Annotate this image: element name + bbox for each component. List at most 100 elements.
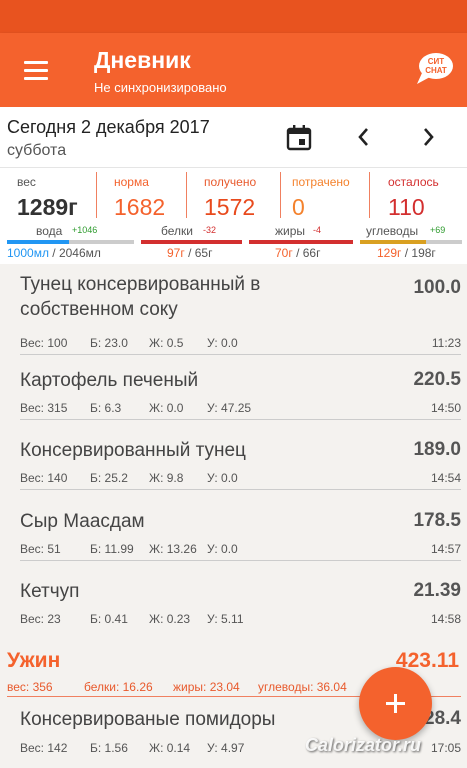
chevron-right-icon[interactable]: [416, 124, 440, 150]
meal-fat: жиры: 23.04: [173, 680, 240, 694]
stat-value: 0: [292, 194, 305, 220]
weekday: суббота: [7, 142, 67, 159]
food-weight: Вес: 100: [20, 336, 68, 350]
divider: [20, 560, 461, 561]
food-weight: Вес: 142: [20, 741, 68, 755]
stat-value: 1572: [204, 194, 256, 220]
food-fat: Ж: 0.0: [149, 401, 184, 415]
macro-carbs: углеводы +69 129г / 198г: [360, 223, 462, 263]
stat-value: 1289г: [17, 194, 78, 220]
meal-weight: вес: 356: [7, 680, 53, 694]
food-fat: Ж: 9.8: [149, 471, 184, 485]
macro-protein: белки -32 97г / 65г: [141, 223, 242, 263]
page-title: Дневник: [94, 47, 191, 73]
food-carbs: У: 4.97: [207, 741, 245, 755]
food-calories: 220.5: [413, 369, 461, 390]
app-bar: Дневник Не синхронизировано СИТ CHAT: [0, 33, 467, 107]
food-protein: Б: 1.56: [90, 741, 128, 755]
macro-value: 97г / 65г: [167, 246, 213, 260]
divider: [186, 172, 187, 218]
stat-left: осталось 110: [378, 172, 464, 222]
chevron-left-icon[interactable]: [352, 124, 376, 150]
divider: [96, 172, 97, 218]
food-weight: Вес: 23: [20, 612, 61, 626]
macro-fat: жиры -4 70г / 66г: [249, 223, 353, 263]
food-carbs: У: 0.0: [207, 336, 238, 350]
food-name: Кетчуп: [20, 581, 80, 602]
food-calories: 178.5: [413, 510, 461, 531]
menu-icon[interactable]: [14, 53, 58, 87]
macro-water: вода +1046 1000мл / 2046мл: [7, 223, 134, 263]
stat-label: осталось: [388, 175, 439, 189]
carbs-progress-bar: [360, 240, 462, 244]
food-weight: Вес: 140: [20, 471, 68, 485]
add-food-button[interactable]: [359, 667, 432, 740]
stat-spent: потрачено 0: [282, 172, 368, 222]
food-carbs: У: 5.11: [207, 612, 244, 626]
plus-icon: [394, 694, 397, 713]
food-protein: Б: 23.0: [90, 336, 128, 350]
protein-progress-bar: [141, 240, 242, 244]
food-item[interactable]: Кетчуп 21.39 Вес: 23 Б: 0.41 Ж: 0.23 У: …: [0, 570, 467, 635]
food-carbs: У: 0.0: [207, 542, 238, 556]
meal-carbs: углеводы: 36.04: [258, 680, 347, 694]
macro-label: жиры: [275, 224, 306, 238]
divider: [20, 419, 461, 420]
divider: [280, 172, 281, 218]
food-fat: Ж: 0.5: [149, 336, 184, 350]
stat-value: 110: [388, 194, 425, 220]
food-time: 17:05: [430, 741, 461, 755]
meal-protein: белки: 16.26: [84, 680, 153, 694]
food-protein: Б: 0.41: [90, 612, 128, 626]
chat-logo-text: СИТ: [428, 57, 445, 66]
stat-weight: вес 1289г: [8, 172, 96, 222]
stat-value: 1682: [114, 194, 166, 220]
food-fat: Ж: 13.26: [149, 542, 197, 556]
food-fat: Ж: 0.23: [149, 612, 191, 626]
macro-delta: +69: [430, 225, 446, 235]
food-time: 14:57: [430, 542, 461, 556]
food-carbs: У: 47.25: [207, 401, 252, 415]
food-protein: Б: 11.99: [90, 542, 134, 556]
sync-status: Не синхронизировано: [94, 80, 227, 95]
food-item[interactable]: Картофель печеный 220.5 Вес: 315 Б: 6.3 …: [0, 359, 467, 424]
food-time: 14:58: [430, 612, 461, 626]
fat-progress-bar: [249, 240, 353, 244]
food-protein: Б: 25.2: [90, 471, 128, 485]
stat-label: норма: [114, 175, 149, 189]
stat-label: вес: [17, 175, 36, 189]
food-fat: Ж: 0.14: [149, 741, 191, 755]
food-time: 11:23: [431, 336, 461, 350]
food-item[interactable]: Сыр Маасдам 178.5 Вес: 51 Б: 11.99 Ж: 13…: [0, 500, 467, 565]
food-calories: 100.0: [413, 277, 461, 298]
food-item[interactable]: Тунец консервированный в собственном сок…: [0, 270, 467, 355]
divider: [369, 172, 370, 218]
food-time: 14:54: [430, 471, 461, 485]
macro-delta: +1046: [72, 225, 98, 235]
macro-delta: -4: [313, 225, 322, 235]
stat-received: получено 1572: [194, 172, 280, 222]
stat-norm: норма 1682: [104, 172, 186, 222]
chat-logo-text: CHAT: [425, 66, 447, 75]
macro-value: 1000мл / 2046мл: [7, 246, 101, 260]
calendar-icon[interactable]: [285, 124, 313, 152]
stat-label: потрачено: [292, 175, 350, 189]
chat-icon[interactable]: СИТ CHAT: [414, 51, 454, 87]
food-item[interactable]: Консервированный тунец 189.0 Вес: 140 Б:…: [0, 429, 467, 494]
food-name: Консервированный тунец: [20, 440, 246, 461]
watermark: Calorizator.ru: [305, 735, 422, 755]
food-weight: Вес: 315: [20, 401, 68, 415]
macro-label: углеводы: [366, 224, 419, 238]
meal-title[interactable]: Ужин: [7, 649, 60, 673]
stats-panel: вес 1289г норма 1682 получено 1572 потра…: [0, 167, 467, 264]
status-bar: [0, 0, 467, 33]
food-weight: Вес: 51: [20, 542, 61, 556]
food-calories: 21.39: [413, 580, 461, 601]
food-name: Тунец консервированный в собственном сок…: [20, 274, 261, 320]
divider: [20, 489, 461, 490]
macro-label: вода: [36, 224, 63, 238]
macro-delta: -32: [203, 225, 217, 235]
food-name: Сыр Маасдам: [20, 511, 145, 532]
food-carbs: У: 0.0: [207, 471, 238, 485]
water-progress-bar: [7, 240, 134, 244]
